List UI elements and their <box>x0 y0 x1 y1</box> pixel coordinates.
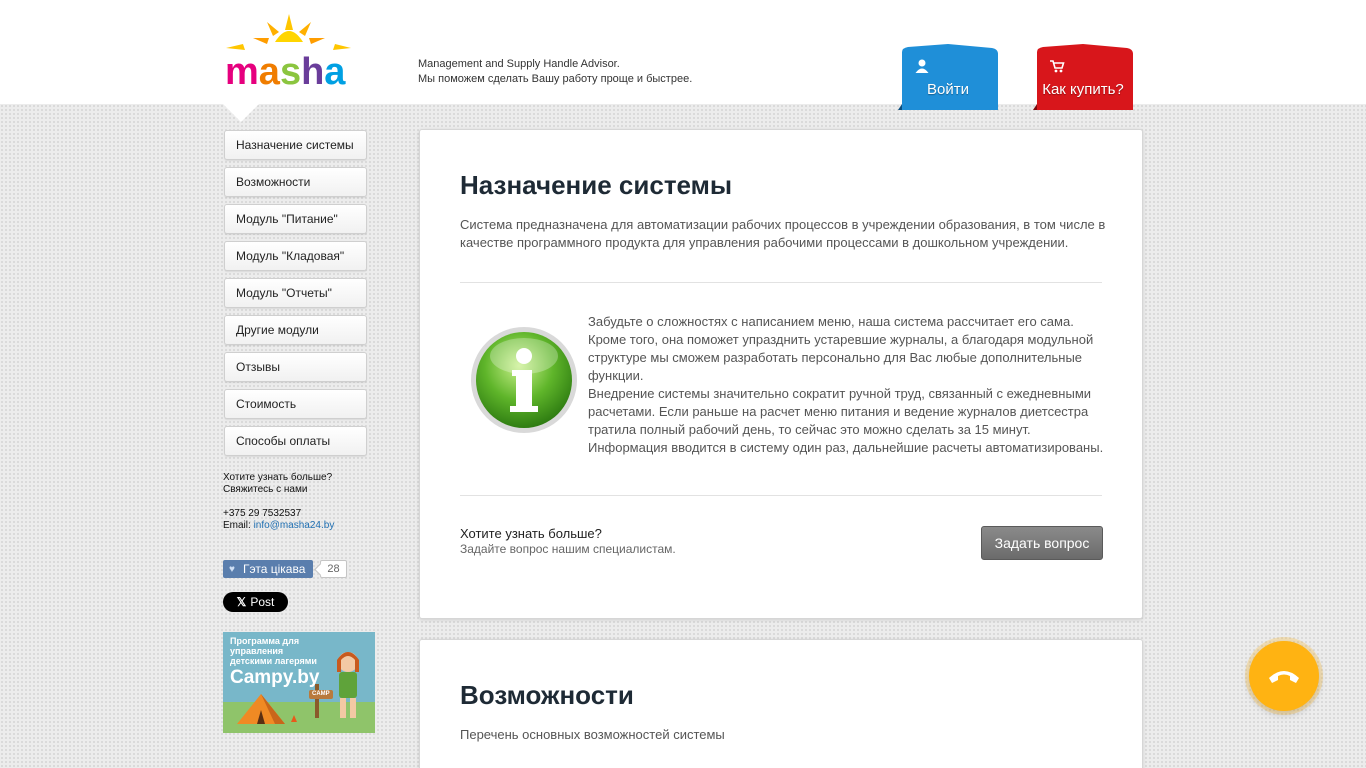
sidebar-item-price[interactable]: Стоимость <box>224 389 367 419</box>
sidebar-item-purpose[interactable]: Назначение системы <box>224 130 367 160</box>
tagline-line1: Management and Supply Handle Advisor. <box>418 58 620 70</box>
masha-logo[interactable]: masha <box>223 12 355 88</box>
tagline-line2: Мы поможем сделать Вашу работу проще и б… <box>418 73 693 85</box>
x-logo-icon: 𝕏 <box>236 595 247 609</box>
sidebar-item-module-pantry[interactable]: Модуль "Кладовая" <box>224 241 367 271</box>
contact-block: Хотите узнать больше? Свяжитесь с нами +… <box>223 472 334 532</box>
banner-line1: Программа для <box>230 636 300 646</box>
sidebar-item-features[interactable]: Возможности <box>224 167 367 197</box>
sidebar-item-other-modules[interactable]: Другие модули <box>224 315 367 345</box>
section-title-features: Возможности <box>460 680 634 710</box>
purpose-body: Забудьте о сложностях с написанием меню,… <box>460 313 1105 459</box>
x-post-label: Post <box>250 595 275 609</box>
purpose-paragraph1: Забудьте о сложностях с написанием меню,… <box>588 314 1094 383</box>
logo-wordmark: masha <box>225 51 346 88</box>
email-link[interactable]: info@masha24.by <box>254 520 335 531</box>
banner-text: Программа для управления детскими лагеря… <box>230 636 317 666</box>
user-icon <box>915 59 929 73</box>
ask-title: Хотите узнать больше? <box>460 526 602 541</box>
divider <box>460 282 1102 283</box>
header-bar <box>0 0 1366 104</box>
how-to-buy-button[interactable]: Как купить? <box>1033 44 1133 110</box>
purpose-paragraph2: Внедрение системы значительно сократит р… <box>588 386 1104 455</box>
buy-tab-shape <box>1033 44 1133 110</box>
features-panel: Возможности Перечень основных возможност… <box>419 639 1143 768</box>
callback-button[interactable] <box>1249 641 1319 711</box>
sun-icon <box>226 14 351 50</box>
sidebar-item-module-reports[interactable]: Модуль "Отчеты" <box>224 278 367 308</box>
login-tab-shape <box>898 44 998 110</box>
features-intro: Перечень основных возможностей системы <box>460 727 725 742</box>
purpose-intro: Система предназначена для автоматизации … <box>460 217 1106 250</box>
logo-pointer <box>223 104 259 122</box>
ask-question-button[interactable]: Задать вопрос <box>981 526 1103 560</box>
phone-hangup-icon <box>1269 671 1299 683</box>
buy-label: Как купить? <box>1042 81 1124 98</box>
tagline: Management and Supply Handle Advisor. Мы… <box>418 57 692 87</box>
banner-line3: детскими лагерями <box>230 656 317 666</box>
banner-line2: управления <box>230 646 284 656</box>
login-label: Войти <box>927 81 969 98</box>
sidebar-nav: Назначение системы Возможности Модуль "П… <box>224 130 367 463</box>
heart-icon: ♥ <box>229 564 235 575</box>
sidebar-item-payment[interactable]: Способы оплаты <box>224 426 367 456</box>
ask-subtitle: Задайте вопрос нашим специалистам. <box>460 542 676 556</box>
divider <box>460 495 1102 496</box>
sidebar-item-module-food[interactable]: Модуль "Питание" <box>224 204 367 234</box>
banner-camp-sign: CAMP <box>312 691 330 697</box>
login-button[interactable]: Войти <box>898 44 998 110</box>
section-title-purpose: Назначение системы <box>460 170 733 200</box>
contact-line2: Свяжитесь с нами <box>223 484 308 495</box>
purpose-panel: Назначение системы Система предназначена… <box>419 129 1143 619</box>
like-label: Гэта цікава <box>243 562 306 576</box>
contact-phone: +375 29 7532537 <box>223 508 302 519</box>
contact-line1: Хотите узнать больше? <box>223 472 333 483</box>
email-label: Email: <box>223 520 251 531</box>
x-post-button[interactable]: 𝕏 Post <box>223 592 288 612</box>
banner-brand: Campy.by <box>230 667 320 688</box>
sidebar-item-reviews[interactable]: Отзывы <box>224 352 367 382</box>
campy-banner[interactable]: Программа для управления детскими лагеря… <box>223 632 375 733</box>
cart-icon <box>1050 60 1065 73</box>
like-button[interactable]: ♥ Гэта цікава <box>223 560 313 578</box>
like-count: 28 <box>320 560 347 578</box>
